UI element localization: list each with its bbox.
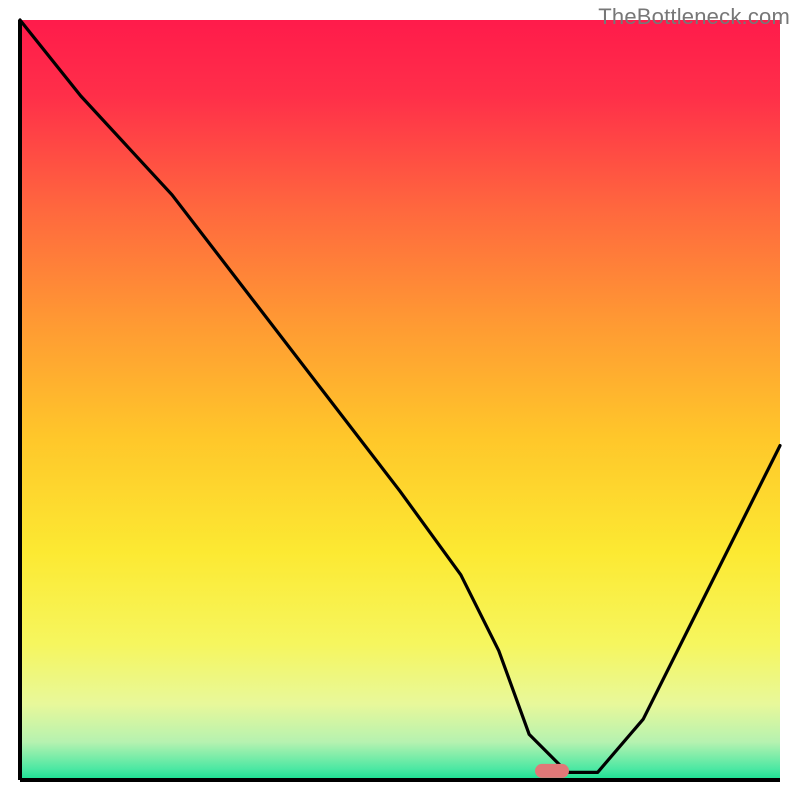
bottleneck-chart: TheBottleneck.com: [0, 0, 800, 800]
watermark-text: TheBottleneck.com: [598, 4, 790, 30]
optimal-marker: [535, 764, 569, 778]
chart-svg: [0, 0, 800, 800]
plot-background: [20, 20, 780, 780]
